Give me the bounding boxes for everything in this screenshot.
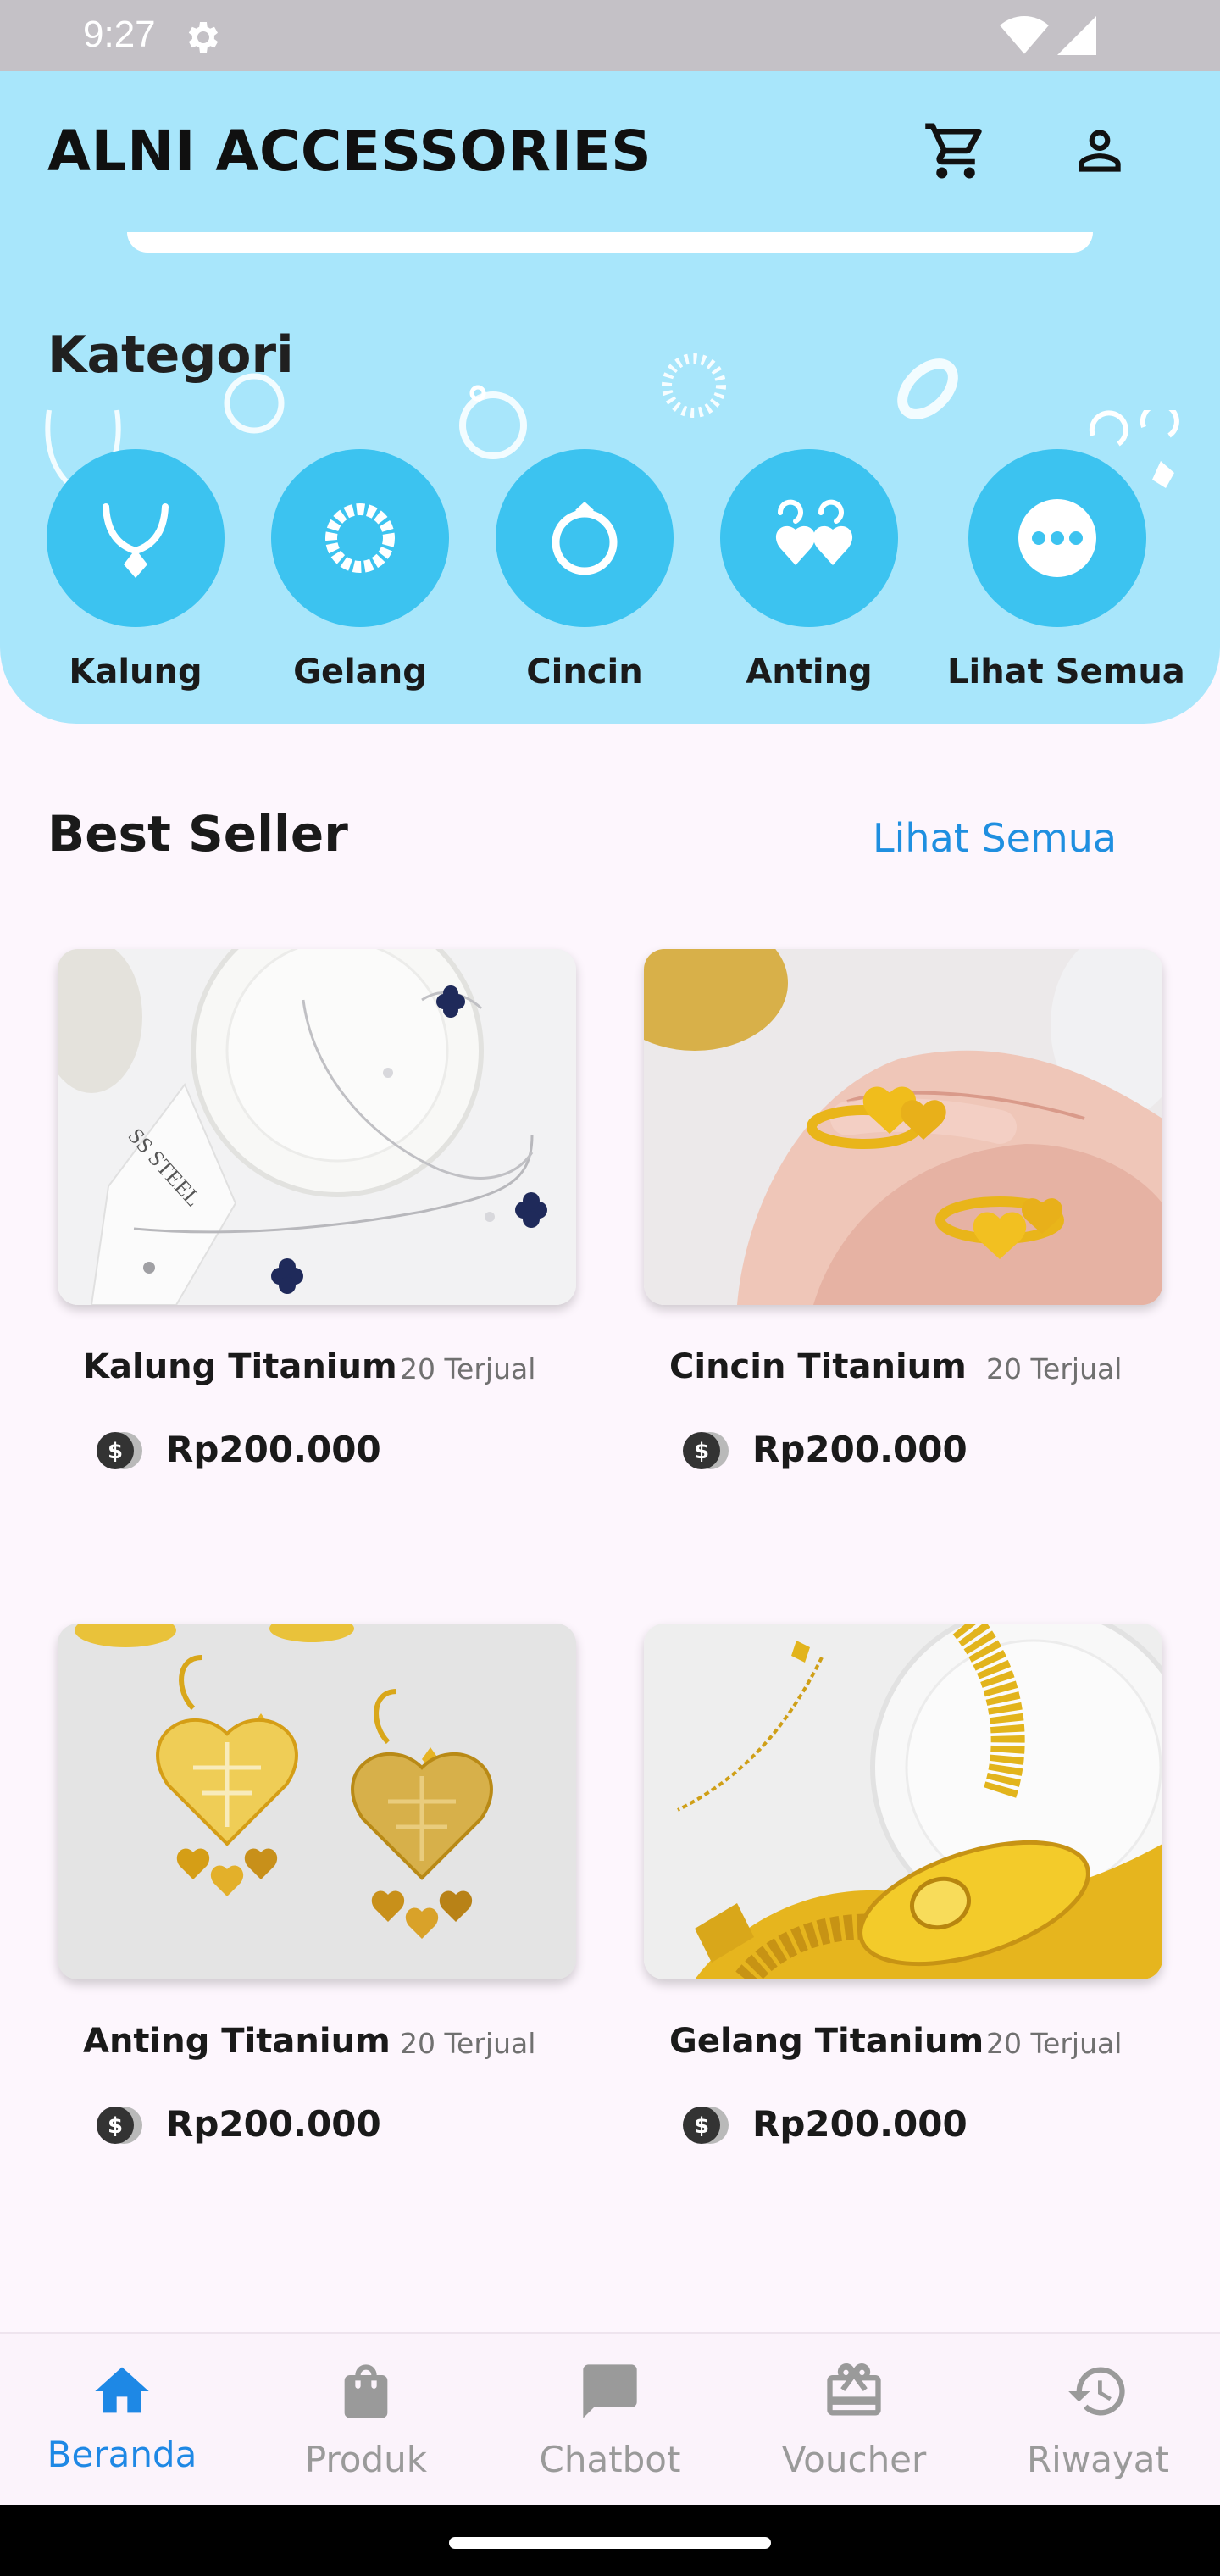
product-price: Rp200.000 bbox=[166, 1429, 381, 1470]
see-all-link[interactable]: Lihat Semua bbox=[873, 815, 1117, 861]
status-time: 9:27 bbox=[83, 14, 156, 55]
nav-chatbot[interactable]: Chatbot bbox=[508, 2359, 712, 2480]
category-label: Cincin bbox=[526, 652, 643, 691]
svg-text:$: $ bbox=[694, 2113, 709, 2139]
category-anting[interactable]: Anting bbox=[699, 449, 919, 691]
nav-label: Produk bbox=[304, 2439, 428, 2480]
header-area: ALNI ACCESSORIES Kategori Kalung Gelang bbox=[0, 71, 1220, 724]
product-price: Rp200.000 bbox=[166, 2103, 381, 2145]
necklace-icon bbox=[103, 503, 169, 578]
kategori-title: Kategori bbox=[47, 325, 294, 385]
product-sold-count: 20 Terjual bbox=[400, 2027, 536, 2060]
category-label: Kalung bbox=[69, 652, 202, 691]
product-sold-count: 20 Terjual bbox=[986, 2027, 1123, 2060]
product-card-anting[interactable]: Anting Titanium 20 Terjual $ Rp200.000 bbox=[58, 1624, 576, 2145]
more-dots-icon bbox=[1018, 499, 1096, 577]
category-gelang[interactable]: Gelang bbox=[250, 449, 470, 691]
app-title: ALNI ACCESSORIES bbox=[47, 119, 652, 184]
coin-icon: $ bbox=[683, 2107, 729, 2144]
cart-button[interactable] bbox=[920, 115, 991, 186]
gesture-navigation-area bbox=[0, 2505, 1220, 2576]
category-circle bbox=[968, 449, 1146, 627]
wifi-icon bbox=[1000, 15, 1049, 54]
signal-icon bbox=[1057, 16, 1096, 55]
nav-beranda[interactable]: Beranda bbox=[20, 2359, 224, 2475]
nav-label: Beranda bbox=[47, 2434, 197, 2475]
product-image: SS STEEL bbox=[58, 949, 576, 1305]
shopping-bag-icon bbox=[344, 2364, 388, 2418]
earrings-icon bbox=[775, 499, 853, 565]
product-name: Gelang Titanium bbox=[669, 2022, 984, 2061]
ring-icon bbox=[552, 502, 618, 575]
category-label: Lihat Semua bbox=[947, 652, 1185, 691]
category-kalung[interactable]: Kalung bbox=[25, 449, 246, 691]
nav-produk[interactable]: Produk bbox=[264, 2359, 468, 2480]
product-name: Cincin Titanium bbox=[669, 1347, 967, 1386]
product-card-kalung[interactable]: SS STEEL Kalung Titanium 20 Terjual $ Rp… bbox=[58, 949, 576, 1470]
chat-icon bbox=[583, 2364, 637, 2418]
nav-riwayat[interactable]: Riwayat bbox=[996, 2359, 1200, 2480]
product-price: Rp200.000 bbox=[752, 2103, 968, 2145]
category-circle bbox=[47, 449, 225, 627]
category-circle bbox=[496, 449, 674, 627]
home-gesture-bar[interactable] bbox=[449, 2537, 771, 2549]
nav-label: Voucher bbox=[781, 2439, 927, 2480]
svg-text:$: $ bbox=[694, 1439, 709, 1464]
coin-icon: $ bbox=[97, 2107, 142, 2144]
product-price: Rp200.000 bbox=[752, 1429, 968, 1470]
product-sold-count: 20 Terjual bbox=[400, 1352, 536, 1385]
decorative-beads-icon bbox=[662, 353, 726, 418]
history-icon bbox=[1068, 2367, 1125, 2416]
product-image bbox=[644, 1624, 1162, 1979]
bracelet-icon bbox=[325, 503, 395, 573]
coin-icon: $ bbox=[97, 1432, 142, 1469]
home-icon bbox=[95, 2367, 149, 2413]
settings-gear-icon bbox=[188, 22, 219, 53]
person-icon bbox=[1079, 130, 1121, 172]
product-card-cincin[interactable]: Cincin Titanium 20 Terjual $ Rp200.000 bbox=[644, 949, 1162, 1470]
bottom-navigation: Beranda Produk Chatbot Voucher Riwayat bbox=[0, 2332, 1220, 2505]
account-button[interactable] bbox=[1064, 115, 1135, 186]
gift-card-icon bbox=[827, 2363, 881, 2416]
category-circle bbox=[271, 449, 449, 627]
product-name: Kalung Titanium bbox=[83, 1347, 397, 1386]
category-label: Gelang bbox=[293, 652, 427, 691]
nav-voucher[interactable]: Voucher bbox=[752, 2359, 956, 2480]
category-cincin[interactable]: Cincin bbox=[474, 449, 695, 691]
status-bar: 9:27 bbox=[0, 0, 1220, 71]
svg-text:$: $ bbox=[108, 2113, 123, 2139]
product-image bbox=[58, 1624, 576, 1979]
svg-text:$: $ bbox=[108, 1439, 123, 1464]
product-sold-count: 20 Terjual bbox=[986, 1352, 1123, 1385]
decorative-band-icon bbox=[897, 358, 958, 419]
shopping-cart-icon bbox=[925, 123, 982, 179]
product-image bbox=[644, 949, 1162, 1305]
category-lihat-semua[interactable]: Lihat Semua bbox=[947, 449, 1185, 691]
nav-label: Chatbot bbox=[539, 2439, 681, 2480]
nav-label: Riwayat bbox=[1027, 2439, 1169, 2480]
product-card-gelang[interactable]: Gelang Titanium 20 Terjual $ Rp200.000 bbox=[644, 1624, 1162, 2145]
best-seller-title: Best Seller bbox=[47, 805, 348, 863]
category-label: Anting bbox=[746, 652, 873, 691]
product-name: Anting Titanium bbox=[83, 2022, 391, 2061]
coin-icon: $ bbox=[683, 1432, 729, 1469]
category-circle bbox=[720, 449, 898, 627]
search-bar[interactable] bbox=[127, 232, 1093, 253]
